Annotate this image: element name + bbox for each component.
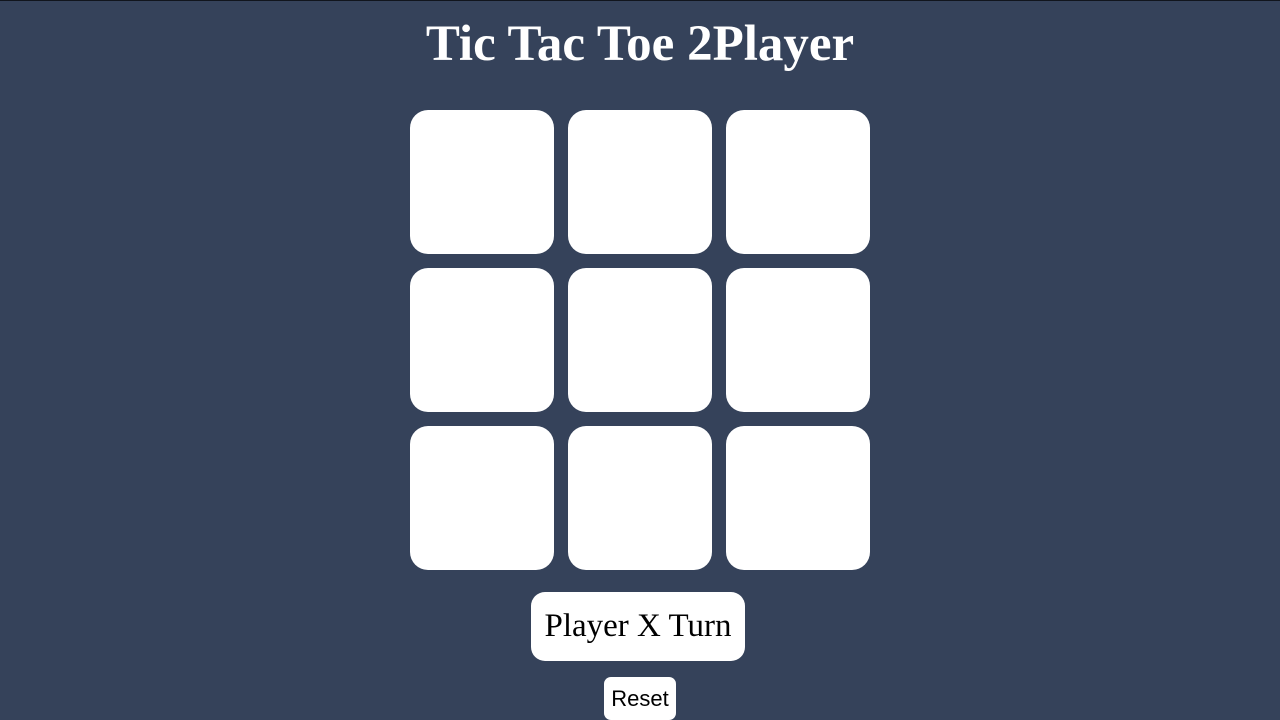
board-cell-3[interactable] <box>726 110 870 254</box>
turn-status: Player X Turn <box>531 592 745 661</box>
game-title: Tic Tac Toe 2Player <box>425 16 855 72</box>
board-cell-2[interactable] <box>568 110 712 254</box>
board-cell-6[interactable] <box>726 268 870 412</box>
board-cell-7[interactable] <box>410 426 554 570</box>
board-cell-1[interactable] <box>410 110 554 254</box>
board-cell-9[interactable] <box>726 426 870 570</box>
reset-button[interactable]: Reset <box>604 677 676 720</box>
board-cell-5[interactable] <box>568 268 712 412</box>
game-board <box>410 110 870 570</box>
board-cell-4[interactable] <box>410 268 554 412</box>
board-cell-8[interactable] <box>568 426 712 570</box>
